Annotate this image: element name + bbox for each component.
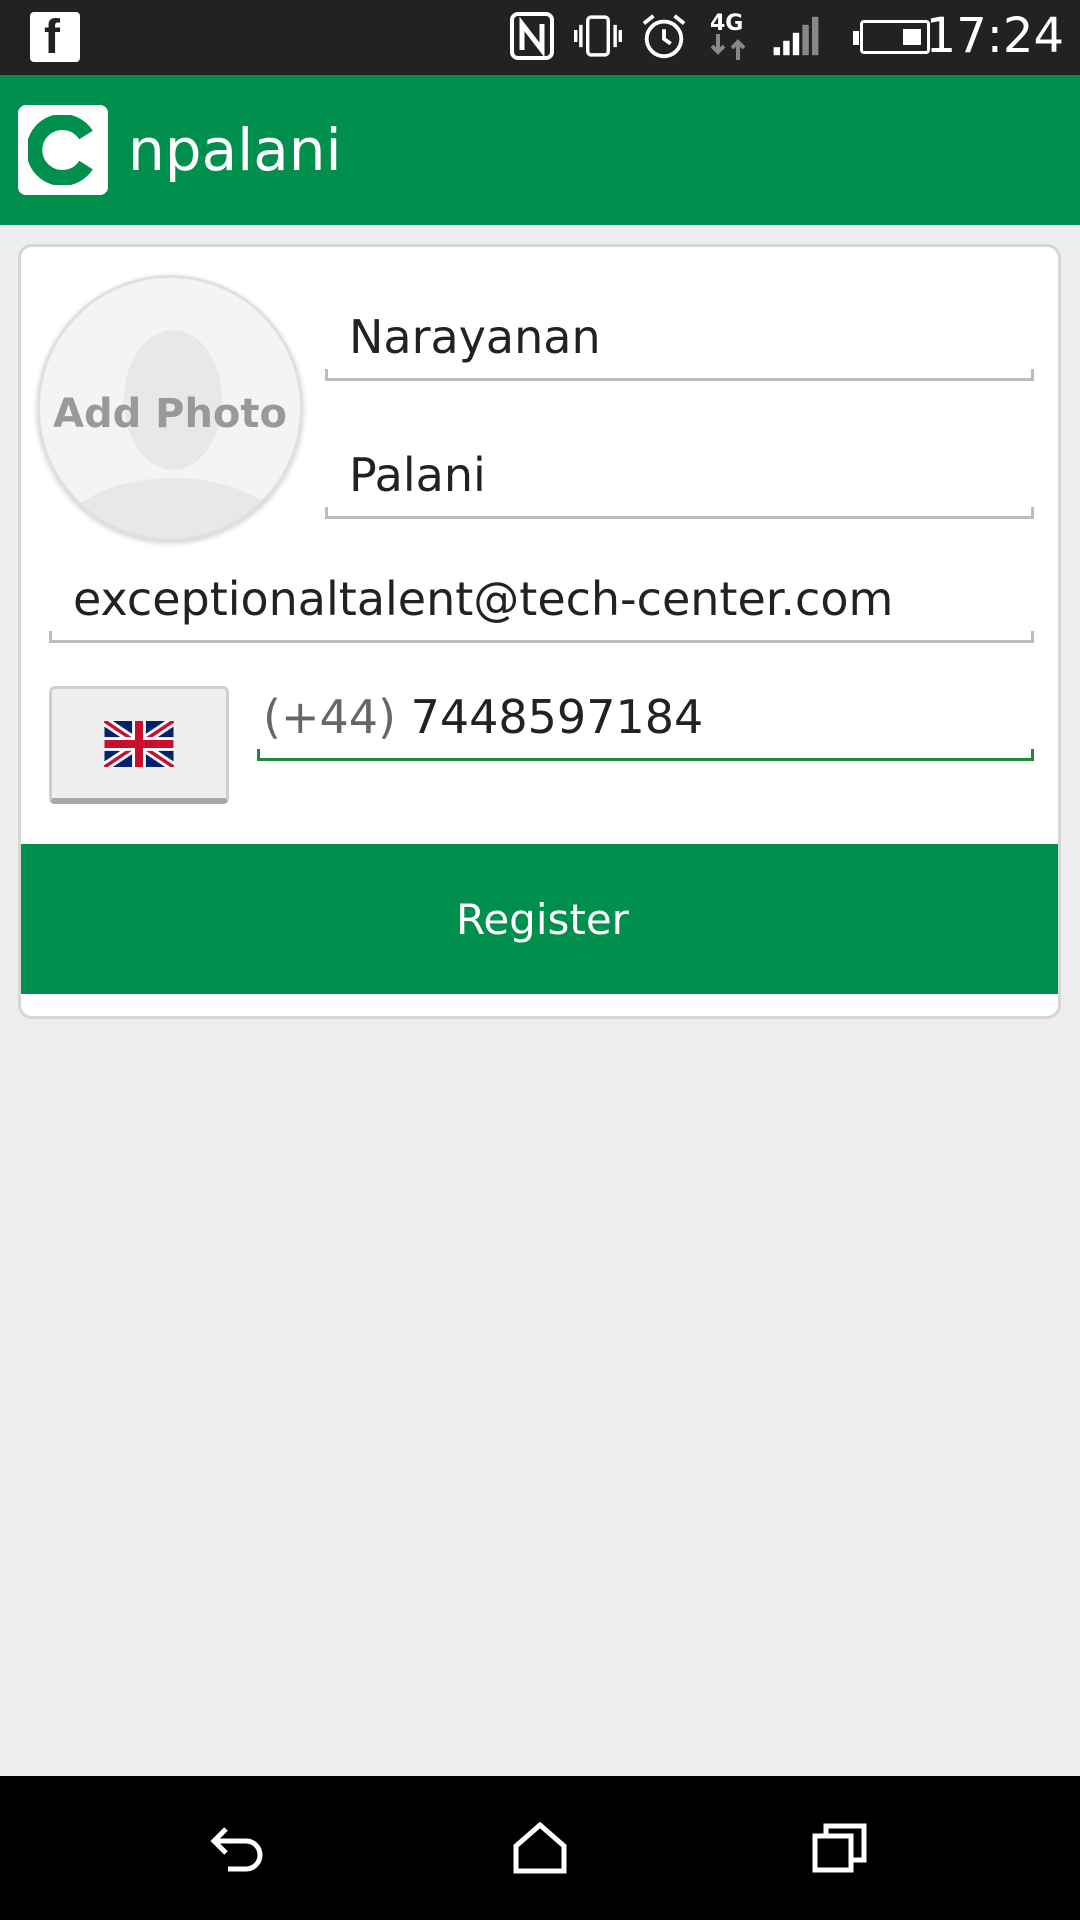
add-photo-label: Add Photo <box>52 391 288 437</box>
last-name-value: Palani <box>349 448 486 502</box>
status-time: 17:24 <box>925 8 1064 64</box>
app-logo-icon <box>18 105 108 195</box>
battery-icon <box>853 20 930 54</box>
first-name-field[interactable]: Narayanan <box>325 310 1034 381</box>
first-name-value: Narayanan <box>349 310 601 364</box>
phone-prefix: (+44) <box>263 690 396 744</box>
facebook-icon: f <box>30 11 80 64</box>
app-title: npalani <box>128 116 342 184</box>
home-icon[interactable] <box>508 1816 572 1880</box>
last-name-field[interactable]: Palani <box>325 448 1034 519</box>
add-photo-button[interactable]: Add Photo <box>37 275 303 541</box>
alarm-icon <box>640 10 688 62</box>
vibrate-icon <box>574 10 622 62</box>
email-field[interactable]: exceptionaltalent@tech-center.com <box>49 572 1034 643</box>
nfc-icon <box>508 10 556 62</box>
avatar-body-icon <box>60 478 286 538</box>
phone-number-value: 7448597184 <box>410 690 704 744</box>
recents-icon[interactable] <box>808 1816 872 1880</box>
uk-flag-icon <box>104 720 174 767</box>
country-picker-button[interactable] <box>49 686 229 804</box>
signal-icon <box>772 10 820 62</box>
status-bar: f 4G 17:24 <box>0 0 1080 75</box>
status-icons: 4G <box>508 10 820 62</box>
email-value: exceptionaltalent@tech-center.com <box>73 572 894 626</box>
phone-field[interactable]: (+44) 7448597184 <box>257 690 1034 761</box>
svg-text:4G: 4G <box>710 11 743 36</box>
navigation-bar <box>0 1776 1080 1920</box>
app-bar: npalani <box>0 75 1080 225</box>
back-icon[interactable] <box>208 1816 272 1880</box>
registration-card: Add Photo Narayanan Palani exceptionalta… <box>18 244 1061 1019</box>
4g-icon: 4G <box>706 10 754 62</box>
register-button[interactable]: Register <box>21 844 1058 994</box>
